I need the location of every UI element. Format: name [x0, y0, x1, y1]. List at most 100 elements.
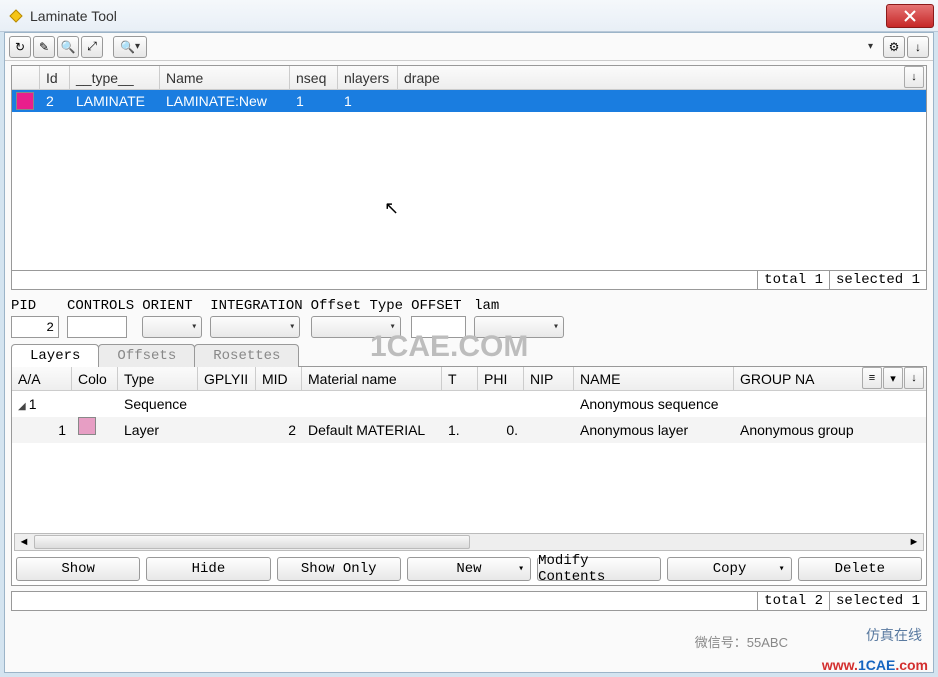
integration-combo[interactable]: ▾	[210, 316, 300, 338]
download-button[interactable]: ↓	[907, 36, 929, 58]
close-button[interactable]	[886, 4, 934, 28]
tab-rosettes[interactable]: Rosettes	[194, 344, 299, 367]
hscrollbar[interactable]: ◄ ►	[14, 533, 924, 551]
col-drape[interactable]: drape	[398, 66, 453, 90]
col-name[interactable]: Name	[160, 66, 290, 90]
cursor-icon: ↖	[384, 198, 399, 219]
pid-input[interactable]	[11, 316, 59, 338]
bottom-selected: selected 1	[829, 592, 926, 610]
chevron-down-icon: ▾	[518, 563, 524, 575]
settings-button[interactable]: ⚙	[883, 36, 905, 58]
new-button[interactable]: New ▾	[407, 557, 531, 581]
scroll-left-icon[interactable]: ◄	[15, 536, 33, 548]
cell-mat: Default MATERIAL	[302, 417, 442, 443]
col-id[interactable]: Id	[40, 66, 70, 90]
bottom-status: total 2 selected 1	[11, 591, 927, 611]
layer-row-layer[interactable]: 1 Layer 2 Default MATERIAL 1. 0. Anonymo…	[12, 417, 926, 443]
cell-aa1: 1	[29, 396, 37, 412]
scroll-thumb[interactable]	[34, 535, 470, 549]
col-gply[interactable]: GPLYII	[198, 367, 256, 391]
filter-dropdown[interactable]: 🔍▾	[113, 36, 147, 58]
grid-status: total 1 selected 1	[12, 270, 926, 289]
cell-type2: Layer	[118, 417, 198, 443]
expand-button[interactable]: ⤢	[81, 36, 103, 58]
titlebar: Laminate Tool	[0, 0, 938, 32]
bottom-total: total 2	[757, 592, 829, 610]
hide-button[interactable]: Hide	[146, 557, 270, 581]
cell-name2: Anonymous layer	[574, 417, 734, 443]
zoom-button[interactable]: 🔍	[57, 36, 79, 58]
tab-layers[interactable]: Layers	[11, 344, 99, 367]
watermark-wx: 微信号：55ABC	[695, 632, 788, 651]
cell-name: LAMINATE:New	[160, 93, 290, 109]
tab-offsets[interactable]: Offsets	[98, 344, 195, 367]
offset-label: OFFSET	[411, 298, 466, 316]
col-aa[interactable]: A/A	[12, 367, 72, 391]
col-color[interactable]	[12, 66, 40, 90]
toolbar: ↻ ✎ 🔍 ⤢ 🔍▾ ▾ ⚙ ↓	[5, 33, 933, 61]
delete-button[interactable]: Delete	[798, 557, 922, 581]
col-nlayers[interactable]: nlayers	[338, 66, 398, 90]
app-icon	[8, 8, 24, 24]
col-nip[interactable]: NIP	[524, 367, 574, 391]
layers-panel: A/A Colo Type GPLYII MID Material name T…	[11, 366, 927, 586]
watermark-url: www.1CAE.com	[822, 657, 928, 673]
chevron-down-icon: ▾	[779, 563, 785, 575]
lam-label: lam	[474, 298, 564, 316]
down-icon[interactable]: ↓	[904, 367, 924, 389]
edit-button[interactable]: ✎	[33, 36, 55, 58]
orient-combo[interactable]: ▾	[142, 316, 202, 338]
layers-header: A/A Colo Type GPLYII MID Material name T…	[12, 367, 926, 391]
dropdown-icon[interactable]: ▾	[868, 41, 873, 52]
col-ltype[interactable]: Type	[118, 367, 198, 391]
col-colo[interactable]: Colo	[72, 367, 118, 391]
collapse-icon[interactable]: ◢	[18, 401, 26, 412]
status-selected: selected 1	[829, 271, 926, 289]
grid-header: Id __type__ Name nseq nlayers drape ↓	[12, 66, 926, 90]
scroll-right-icon[interactable]: ►	[905, 536, 923, 548]
controls-label: CONTROLS	[67, 298, 134, 316]
cell-mid: 2	[256, 417, 302, 443]
show-only-button[interactable]: Show Only	[277, 557, 401, 581]
orient-label: ORIENT	[142, 298, 202, 316]
cell-type1: Sequence	[118, 391, 198, 417]
cell-nseq: 1	[290, 93, 338, 109]
grid-body[interactable]: 2 LAMINATE LAMINATE:New 1 1 ↖	[12, 90, 926, 270]
list-icon[interactable]: ≡	[862, 367, 882, 389]
table-row[interactable]: 2 LAMINATE LAMINATE:New 1 1	[12, 90, 926, 112]
new-label: New	[456, 561, 481, 577]
controls-input[interactable]	[67, 316, 127, 338]
show-button[interactable]: Show	[16, 557, 140, 581]
col-type[interactable]: __type__	[70, 66, 160, 90]
offset-type-label: Offset Type	[311, 298, 403, 316]
cell-nlayers: 1	[338, 93, 398, 109]
col-nseq[interactable]: nseq	[290, 66, 338, 90]
refresh-button[interactable]: ↻	[9, 36, 31, 58]
action-buttons: Show Hide Show Only New ▾ Modify Contents…	[12, 553, 926, 585]
layer-row-sequence[interactable]: ◢1 Sequence Anonymous sequence	[12, 391, 926, 417]
scroll-down-icon[interactable]: ↓	[904, 66, 924, 88]
cell-aa2: 1	[12, 417, 72, 443]
col-mid[interactable]: MID	[256, 367, 302, 391]
layers-empty-area[interactable]	[12, 443, 926, 531]
layer-color-chip	[78, 417, 96, 435]
cell-id: 2	[40, 93, 70, 109]
modify-button[interactable]: Modify Contents	[537, 557, 661, 581]
window-title: Laminate Tool	[30, 8, 117, 24]
status-total: total 1	[757, 271, 829, 289]
pid-label: PID	[11, 298, 59, 316]
col-t[interactable]: T	[442, 367, 478, 391]
col-matname[interactable]: Material name	[302, 367, 442, 391]
cell-name1: Anonymous sequence	[574, 391, 734, 417]
main-frame: ↻ ✎ 🔍 ⤢ 🔍▾ ▾ ⚙ ↓ Id __type__ Name nseq n…	[4, 32, 934, 673]
cell-phi: 0.	[478, 417, 524, 443]
cell-type: LAMINATE	[70, 93, 160, 109]
laminate-grid: Id __type__ Name nseq nlayers drape ↓ 2 …	[11, 65, 927, 290]
color-chip	[16, 92, 34, 110]
cell-group: Anonymous group	[734, 417, 926, 443]
col-lname[interactable]: NAME	[574, 367, 734, 391]
copy-button[interactable]: Copy▾	[667, 557, 791, 581]
filter-icon[interactable]: ▾	[883, 367, 903, 389]
cell-t: 1.	[442, 417, 478, 443]
col-phi[interactable]: PHI	[478, 367, 524, 391]
